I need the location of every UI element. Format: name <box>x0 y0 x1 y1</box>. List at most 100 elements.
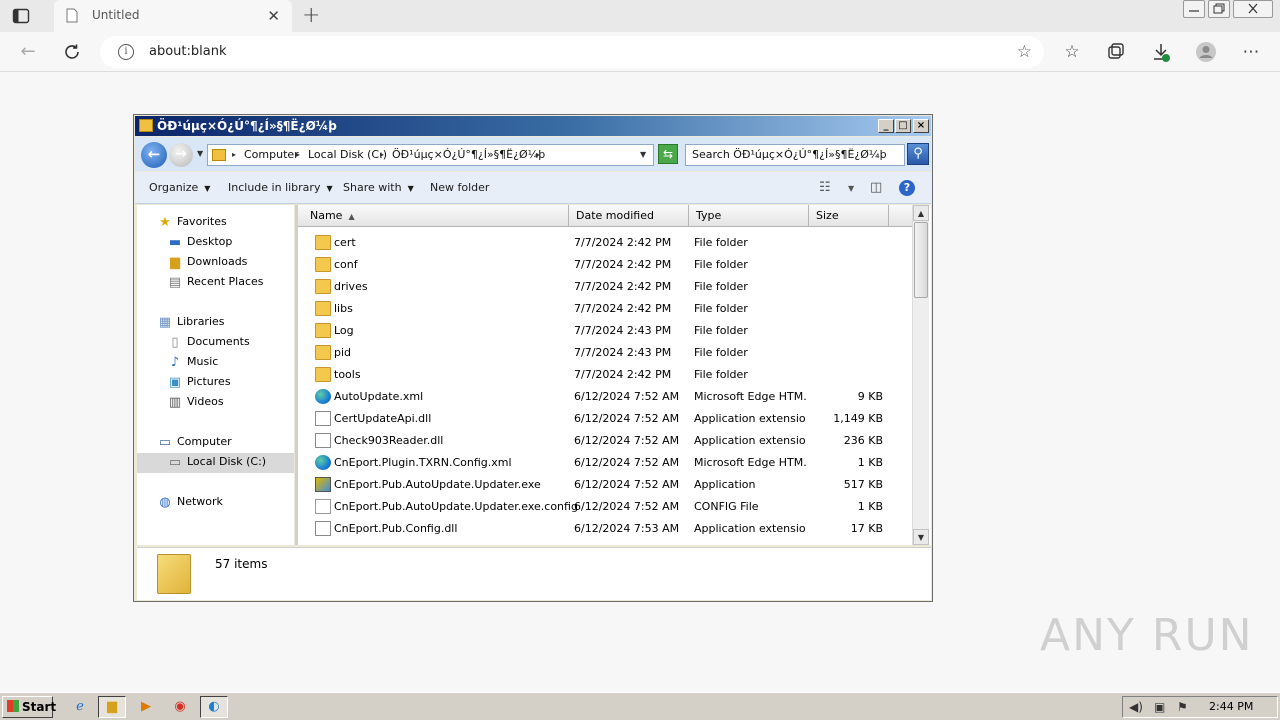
chevron-right-icon[interactable]: ▸ <box>232 150 236 159</box>
address-bar[interactable]: i about:blank ☆ <box>100 36 1044 68</box>
tab-actions-icon[interactable] <box>12 7 30 25</box>
action-center-flag-icon[interactable]: ⚑ <box>1177 700 1188 714</box>
nav-item-recent-places[interactable]: ▤ Recent Places <box>167 273 287 293</box>
file-row[interactable]: pid 7/7/2024 2:43 PM File folder <box>298 342 912 364</box>
file-row[interactable]: tools 7/7/2024 2:42 PM File folder <box>298 364 912 386</box>
explorer-taskbar-icon[interactable]: ▆ <box>98 696 126 718</box>
nav-item-videos[interactable]: ▥ Videos <box>167 393 287 413</box>
scroll-up-icon[interactable]: ▲ <box>913 205 929 221</box>
nav-item-documents[interactable]: ▯ Documents <box>167 333 287 353</box>
nav-item-local-disk[interactable]: ▭ Local Disk (C:) <box>137 453 294 473</box>
nav-item-downloads[interactable]: ▆ Downloads <box>167 253 287 273</box>
site-info-icon[interactable]: i <box>118 44 134 60</box>
organize-button[interactable]: Organize ▼ <box>149 181 210 194</box>
explorer-back-icon[interactable]: ← <box>141 142 167 168</box>
file-row[interactable]: CertUpdateApi.dll 6/12/2024 7:52 AM Applic… <box>298 408 912 430</box>
file-row[interactable]: CnEport.Pub.Config.dll 6/12/2024 7:53 AM A… <box>298 518 912 540</box>
breadcrumb-current-folder[interactable]: ÖÐ¹úµç×Ó¿Ú°¶¿Í»§¶Ë¿Ø¼þ <box>392 148 545 161</box>
file-date: 6/12/2024 7:52 AM <box>574 434 680 447</box>
file-row[interactable]: Log 7/7/2024 2:43 PM File folder <box>298 320 912 342</box>
internet-explorer-icon[interactable]: ℯ <box>66 696 94 718</box>
minimize-window-button[interactable] <box>1183 0 1205 18</box>
scroll-down-icon[interactable]: ▼ <box>913 529 929 545</box>
scrollbar-thumb[interactable] <box>914 222 928 298</box>
change-view-icon[interactable]: ☷ <box>819 180 831 195</box>
nav-item-favorites[interactable]: ★ Favorites <box>157 213 287 233</box>
back-icon[interactable]: ← <box>17 41 39 63</box>
column-date-modified[interactable]: Date modified <box>569 205 689 227</box>
breadcrumb-local-disk[interactable]: Local Disk (C:) <box>308 148 387 161</box>
media-player-icon[interactable]: ▶ <box>132 696 160 718</box>
restore-window-button[interactable] <box>1208 0 1230 18</box>
network-status-icon[interactable]: ▣ <box>1154 700 1165 714</box>
new-folder-button[interactable]: New folder <box>430 181 489 194</box>
search-icon[interactable]: ⚲ <box>907 143 929 165</box>
explorer-search-input[interactable]: Search ÖÐ¹úµç×Ó¿Ú°¶¿Í»§¶Ë¿Ø¼þ <box>685 144 905 166</box>
address-text[interactable]: about:blank <box>149 44 227 59</box>
nav-item-network[interactable]: ◍ Network <box>157 493 287 513</box>
more-icon[interactable]: ⋯ <box>1240 41 1262 63</box>
column-size[interactable]: Size <box>809 205 889 227</box>
close-window-button[interactable] <box>1233 0 1273 18</box>
downloads-icon[interactable] <box>1150 41 1172 63</box>
file-list-scrollbar[interactable]: ▲ ▼ <box>912 205 929 545</box>
chevron-right-icon[interactable]: ▸ <box>296 150 300 159</box>
browser-tab[interactable]: Untitled ✕ <box>54 0 292 32</box>
clock[interactable]: 2:44 PM <box>1209 700 1253 713</box>
application-icon <box>315 477 331 492</box>
recent-pages-dropdown-icon[interactable]: ▼ <box>197 149 203 158</box>
favorites-icon[interactable]: ☆ <box>1061 41 1083 63</box>
column-name[interactable]: Name ▲ <box>298 205 569 227</box>
file-row[interactable]: AutoUpdate.xml 6/12/2024 7:52 AM Microsoft… <box>298 386 912 408</box>
file-row[interactable]: libs 7/7/2024 2:42 PM File folder <box>298 298 912 320</box>
explorer-title-bar[interactable]: ÖÐ¹úµç×Ó¿Ú°¶¿Í»§¶Ë¿Ø¼þ _ □ × <box>135 116 931 136</box>
explorer-maximize-button[interactable]: □ <box>895 119 911 133</box>
view-options-dropdown-icon[interactable]: ▼ <box>848 184 854 193</box>
explorer-forward-icon[interactable]: → <box>169 143 193 167</box>
explorer-window: ÖÐ¹úµç×Ó¿Ú°¶¿Í»§¶Ë¿Ø¼þ _ □ × ← → ▼ ▸ Com… <box>133 114 933 602</box>
chrome-icon[interactable]: ◉ <box>166 696 194 718</box>
edge-icon[interactable]: ◐ <box>200 696 228 718</box>
add-favorite-icon[interactable]: ☆ <box>1017 42 1032 62</box>
close-tab-icon[interactable]: ✕ <box>267 7 280 25</box>
new-tab-icon[interactable]: + <box>302 3 320 28</box>
path-dropdown-icon[interactable]: ▼ <box>640 150 646 159</box>
start-button[interactable]: Start <box>2 696 56 718</box>
breadcrumb-computer[interactable]: Computer <box>244 148 299 161</box>
file-row[interactable]: drives 7/7/2024 2:42 PM File folder <box>298 276 912 298</box>
explorer-title: ÖÐ¹úµç×Ó¿Ú°¶¿Í»§¶Ë¿Ø¼þ <box>157 119 337 133</box>
file-row[interactable]: Check903Reader.dll 6/12/2024 7:52 AM Appli… <box>298 430 912 452</box>
include-in-library-button[interactable]: Include in library ▼ <box>228 181 333 194</box>
file-row[interactable]: CnEport.Pub.AutoUpdate.Updater.exe.confi… <box>298 496 912 518</box>
refresh-icon[interactable] <box>61 41 83 63</box>
folder-icon <box>157 554 191 594</box>
file-type: File folder <box>694 346 748 359</box>
profile-icon[interactable] <box>1195 41 1217 63</box>
nav-item-music[interactable]: ♪ Music <box>167 353 287 373</box>
nav-item-libraries[interactable]: ▦ Libraries <box>157 313 287 333</box>
nav-item-pictures[interactable]: ▣ Pictures <box>167 373 287 393</box>
chevron-right-icon[interactable]: ▸ <box>380 150 384 159</box>
file-row[interactable]: cert 7/7/2024 2:42 PM File folder <box>298 232 912 254</box>
explorer-refresh-icon[interactable]: ⇆ <box>658 144 678 164</box>
help-icon[interactable]: ? <box>899 180 915 196</box>
file-row[interactable]: conf 7/7/2024 2:42 PM File folder <box>298 254 912 276</box>
chevron-right-icon[interactable]: ▸ <box>536 150 540 159</box>
explorer-close-button[interactable]: × <box>913 119 929 133</box>
file-type: File folder <box>694 324 748 337</box>
volume-icon[interactable]: ◀) <box>1129 700 1143 714</box>
nav-label: Local Disk (C:) <box>187 455 267 468</box>
explorer-minimize-button[interactable]: _ <box>878 119 894 133</box>
share-with-button[interactable]: Share with ▼ <box>343 181 414 194</box>
preview-pane-icon[interactable]: ◫ <box>870 180 882 195</box>
file-name: CnEport.Plugin.TXRN.Config.xml <box>334 456 512 469</box>
file-row[interactable]: CnEport.Pub.AutoUpdate.Updater.exe 6/12/2… <box>298 474 912 496</box>
nav-label: Downloads <box>187 255 248 268</box>
nav-item-desktop[interactable]: ▬ Desktop <box>167 233 287 253</box>
column-type[interactable]: Type <box>689 205 809 227</box>
collections-icon[interactable] <box>1105 41 1127 63</box>
nav-label: Videos <box>187 395 224 408</box>
nav-item-computer[interactable]: ▭ Computer <box>157 433 287 453</box>
file-row[interactable]: CnEport.Plugin.TXRN.Config.xml 6/12/2024 … <box>298 452 912 474</box>
path-box[interactable]: ▸ Computer ▸ Local Disk (C:) ▸ ÖÐ¹úµç×Ó¿… <box>207 144 654 166</box>
